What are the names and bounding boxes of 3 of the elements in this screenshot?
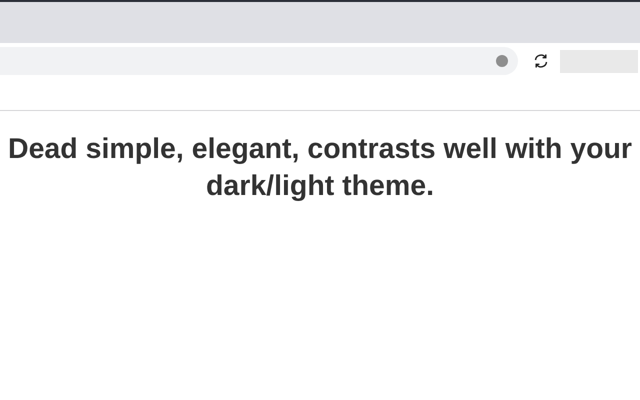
refresh-icon[interactable] [533,53,549,69]
status-dot-icon [496,55,508,67]
headline: Dead simple, elegant, contrasts well with your dark/light theme. [7,132,633,204]
